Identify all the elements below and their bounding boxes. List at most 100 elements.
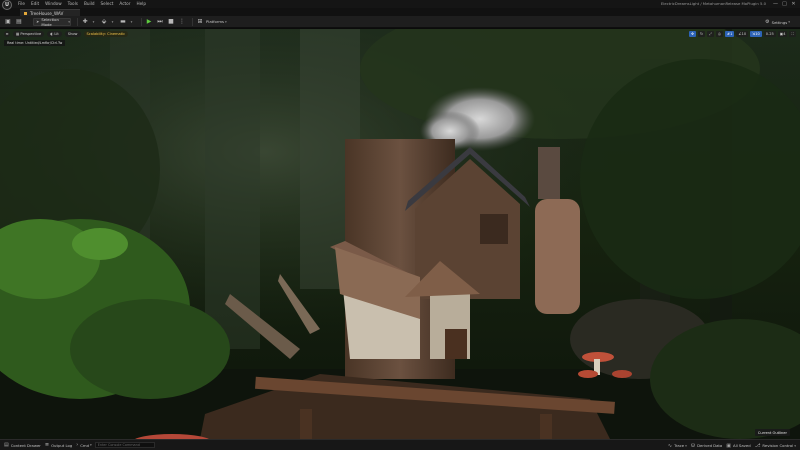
trace-icon: ∿ bbox=[667, 442, 673, 449]
menu-select[interactable]: Select bbox=[100, 0, 113, 8]
output-log-button[interactable]: ≣ Output Log bbox=[45, 442, 72, 448]
scale-snap-value: 10 bbox=[755, 31, 760, 36]
menu-help[interactable]: Help bbox=[136, 0, 146, 8]
level-tab-label: TreeHouse_WAV bbox=[30, 10, 64, 16]
camera-speed-value: 4 bbox=[783, 31, 786, 36]
chevron-down-icon: ▾ bbox=[794, 443, 796, 448]
menu-actor[interactable]: Actor bbox=[119, 0, 130, 8]
toolbar-separator bbox=[192, 17, 193, 26]
scale-snap-button[interactable]: ⇲ 10 bbox=[750, 30, 762, 37]
world-local-icon[interactable]: ◎ bbox=[715, 30, 724, 37]
more-options-icon[interactable]: ⋮ bbox=[178, 18, 186, 26]
content-drawer-button[interactable]: ▤ Content Drawer bbox=[4, 442, 41, 448]
trace-button[interactable]: ∿ Trace ▾ bbox=[668, 443, 687, 449]
minimize-button[interactable]: — bbox=[771, 0, 780, 8]
platforms-label[interactable]: Platforms bbox=[206, 19, 224, 24]
maximize-viewport-icon[interactable]: ⛶ bbox=[789, 30, 796, 37]
mode-dropdown[interactable]: ➤ Selection Mode ▾ bbox=[33, 16, 71, 27]
select-tool-icon[interactable]: ✥ bbox=[689, 30, 697, 37]
grid-snap-value: 1 bbox=[730, 31, 733, 36]
level-tab[interactable]: TreeHouse_WAV bbox=[20, 9, 80, 16]
revision-control-label: Revision Control bbox=[762, 443, 794, 448]
treehouse-scene bbox=[0, 29, 800, 439]
project-title: ElectricDreamsLight / MetahumanRelease M… bbox=[660, 1, 766, 6]
show-label: Show bbox=[67, 31, 78, 36]
close-button[interactable]: ✕ bbox=[789, 0, 798, 8]
scalability-button[interactable]: Scalability: Cinematic bbox=[83, 30, 129, 37]
chevron-down-icon: ▾ bbox=[685, 443, 687, 448]
step-icon[interactable]: ⏭ bbox=[156, 18, 164, 26]
scale-value: 0.25 bbox=[765, 31, 774, 36]
view-mode-label: Lit bbox=[54, 31, 59, 36]
blueprint-icon[interactable]: ⬙ bbox=[100, 18, 108, 26]
menu-build[interactable]: Build bbox=[84, 0, 95, 8]
status-bar-right: ∿ Trace ▾ ⛁ Derived Data ▣ All Saved ⎇ Revisi… bbox=[664, 440, 796, 450]
revision-control-button[interactable]: ⎇ Revision Control ▾ bbox=[755, 443, 796, 449]
chevron-down-icon[interactable]: ▾ bbox=[108, 18, 116, 26]
save-icon: ▣ bbox=[726, 442, 731, 449]
cmd-label: Cmd bbox=[80, 442, 90, 448]
add-actor-icon[interactable]: ✚ bbox=[81, 18, 89, 26]
level-viewport[interactable]: ≡ ▦ Perspective ◐ Lit Show Scalability: Ci… bbox=[0, 29, 800, 439]
gear-icon: ⚙ bbox=[765, 19, 770, 25]
hamburger-icon[interactable]: ≡ bbox=[4, 30, 10, 37]
menu-bar: U File Edit Window Tools Build Select Ac… bbox=[0, 0, 800, 10]
stop-icon[interactable]: ■ bbox=[167, 18, 175, 26]
save-status-label: All Saved bbox=[733, 443, 751, 448]
status-bar: ▤Content Drawer ≣Output Log ›Cmd▾ ∿Trace… bbox=[0, 439, 800, 450]
content-drawer-label: Content Drawer bbox=[10, 442, 41, 448]
chevron-down-icon: ▾ bbox=[225, 19, 227, 24]
derived-data-icon: ⛁ bbox=[690, 442, 696, 449]
console-command-input[interactable] bbox=[94, 442, 155, 448]
terminal-icon: › bbox=[76, 442, 79, 448]
chevron-down-icon[interactable]: ▾ bbox=[89, 18, 97, 26]
platforms-icon[interactable]: ⊞ bbox=[196, 18, 204, 26]
viewport-realtime-note: Real time: Untitled/Lmfbr/Ctrl.Tw bbox=[4, 40, 66, 46]
viewport-transform-tools: ✥ ↻ ⤢ ◎ #1 ∠ 10 ⇲ 10 0.25 ▣ 4 ⛶ bbox=[687, 30, 796, 37]
output-log-label: Output Log bbox=[51, 442, 73, 448]
settings-label: Settings bbox=[771, 19, 788, 25]
menu-tools[interactable]: Tools bbox=[68, 0, 78, 8]
maximize-button[interactable]: □ bbox=[780, 0, 789, 8]
mode-dropdown-label: Selection Mode bbox=[41, 16, 59, 27]
camera-speed-button[interactable]: ▣ 4 bbox=[777, 30, 788, 37]
rotation-snap-value: 10 bbox=[741, 31, 747, 36]
perspective-icon: ▦ bbox=[16, 31, 20, 36]
chevron-down-icon: ▾ bbox=[68, 19, 70, 24]
show-button[interactable]: Show bbox=[64, 30, 81, 37]
menu-edit[interactable]: Edit bbox=[31, 0, 39, 8]
trace-label: Trace bbox=[674, 443, 685, 448]
menu-window[interactable]: Window bbox=[45, 0, 62, 8]
cinematics-icon[interactable]: ▬ bbox=[119, 18, 127, 26]
perspective-button[interactable]: ▦ Perspective bbox=[13, 30, 45, 37]
current-outliner-label[interactable]: Current Outliner bbox=[754, 429, 790, 436]
revision-control-icon: ⎇ bbox=[754, 442, 761, 449]
drawer-icon: ▤ bbox=[4, 442, 9, 448]
chevron-down-icon[interactable]: ▾ bbox=[127, 18, 135, 26]
lit-icon: ◐ bbox=[50, 31, 54, 36]
derived-data-button[interactable]: ⛁ Derived Data bbox=[691, 443, 722, 449]
log-icon: ≣ bbox=[44, 442, 50, 448]
app-logo[interactable]: U bbox=[2, 0, 12, 10]
rotation-snap-button[interactable]: ∠ 10 bbox=[736, 30, 749, 37]
save-icon[interactable]: ▣ bbox=[4, 18, 12, 26]
cmd-selector[interactable]: › Cmd ▾ bbox=[76, 442, 92, 448]
view-mode-button[interactable]: ◐ Lit bbox=[47, 30, 62, 37]
move-tool-icon[interactable]: ↻ bbox=[698, 30, 706, 37]
toolbar-separator bbox=[77, 17, 78, 26]
scale-value-button[interactable]: 0.25 bbox=[763, 30, 776, 37]
play-button[interactable]: ▶ bbox=[145, 18, 153, 26]
settings-button[interactable]: ⚙ Settings ▾ bbox=[765, 18, 790, 26]
menu-file[interactable]: File bbox=[18, 0, 25, 8]
chevron-down-icon: ▾ bbox=[788, 20, 790, 24]
chevron-down-icon: ▾ bbox=[90, 443, 92, 447]
toolbar-separator bbox=[141, 17, 142, 26]
scale-tool-icon[interactable]: ⤢ bbox=[707, 30, 714, 37]
save-status-button[interactable]: ▣ All Saved bbox=[726, 443, 750, 449]
perspective-label: Perspective bbox=[20, 31, 42, 36]
cursor-icon: ➤ bbox=[36, 19, 40, 24]
main-toolbar: ▣ ▤ ➤ Selection Mode ▾ ✚ ▾ ⬙ ▾ ▬ ▾ ▶ ⏭ ■… bbox=[0, 16, 800, 28]
grid-snap-button[interactable]: #1 bbox=[725, 30, 735, 37]
derived-data-label: Derived Data bbox=[697, 443, 723, 448]
content-browser-icon[interactable]: ▤ bbox=[15, 18, 23, 26]
